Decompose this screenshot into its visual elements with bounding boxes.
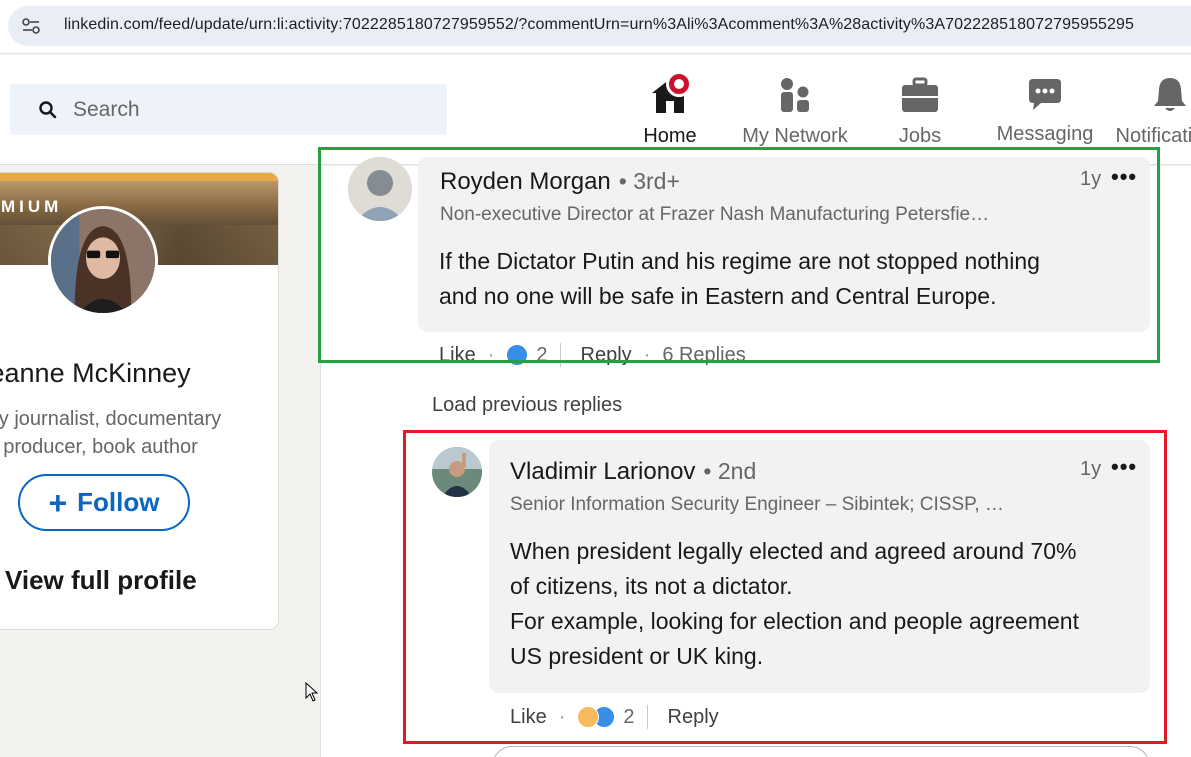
reply-input[interactable] [492, 746, 1150, 757]
nav-notifications[interactable]: Notifications [1105, 75, 1191, 148]
search-placeholder: Search [73, 98, 140, 121]
url-text[interactable]: linkedin.com/feed/update/urn:li:activity… [64, 16, 1134, 34]
profile-headline-line1: ary journalist, documentary [0, 408, 222, 430]
plus-icon: + [48, 484, 68, 521]
nav-jobs[interactable]: Jobs [855, 75, 985, 148]
notification-badge [666, 71, 692, 97]
profile-headline-line2: m producer, book author [0, 436, 198, 458]
mouse-cursor-icon [305, 682, 319, 702]
site-settings-icon[interactable] [22, 18, 40, 34]
nav-label-notifications: Notifications [1115, 125, 1191, 147]
profile-headline: ary journalist, documentary m producer, … [0, 405, 256, 461]
browser-address-bar: linkedin.com/feed/update/urn:li:activity… [0, 0, 1191, 54]
highlight-box-red [403, 430, 1167, 744]
highlight-box-green [318, 147, 1160, 363]
url-field[interactable]: linkedin.com/feed/update/urn:li:activity… [8, 6, 1191, 46]
nav-label-jobs: Jobs [898, 125, 942, 147]
search-input[interactable]: Search [10, 84, 447, 135]
nav-label-messaging: Messaging [996, 123, 1094, 145]
nav-home[interactable]: Home [605, 71, 735, 148]
profile-card: MIUM Jeanne McKinney ary journalist, doc… [0, 172, 279, 630]
profile-avatar[interactable] [48, 206, 158, 316]
search-icon [39, 101, 57, 119]
my-network-icon [773, 75, 817, 115]
notifications-icon [1148, 75, 1191, 115]
nav-messaging[interactable]: Messaging [980, 75, 1110, 146]
follow-label: Follow [77, 487, 160, 517]
nav-label-my-network: My Network [742, 125, 848, 147]
profile-name[interactable]: Jeanne McKinney [0, 358, 226, 389]
messaging-icon [1023, 75, 1067, 115]
view-full-profile-link[interactable]: View full profile [5, 565, 197, 596]
load-previous-replies-button[interactable]: Load previous replies [432, 394, 622, 417]
follow-button[interactable]: + Follow [18, 474, 190, 531]
premium-banner-text: MIUM [1, 197, 63, 216]
home-icon [648, 71, 692, 115]
jobs-icon [898, 75, 942, 115]
nav-my-network[interactable]: My Network [730, 75, 860, 148]
nav-label-home: Home [643, 125, 697, 147]
